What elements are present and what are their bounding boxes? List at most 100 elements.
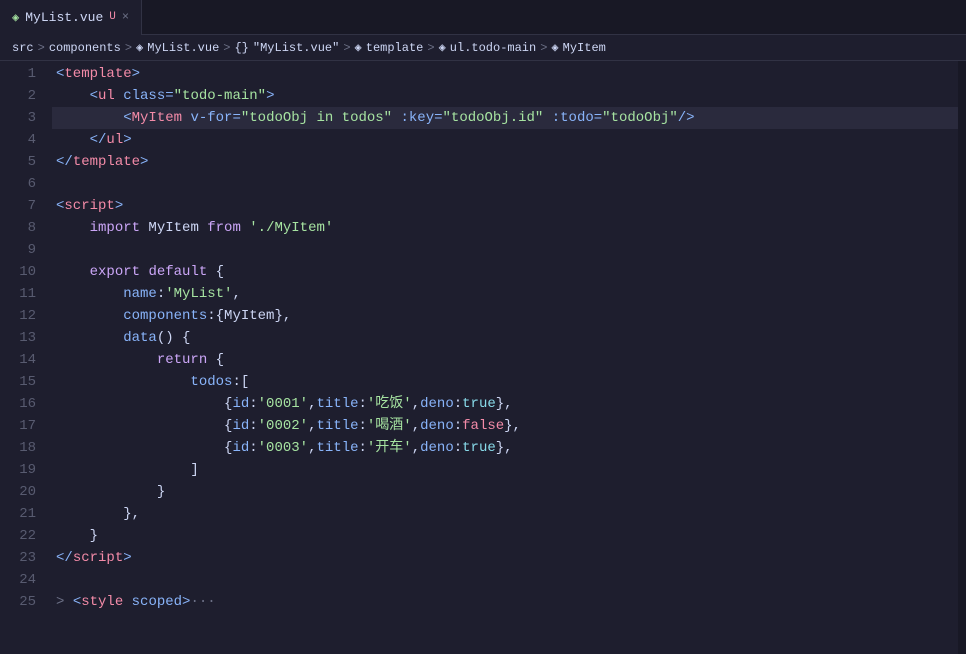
code-line-21: }, (52, 503, 958, 525)
line-num-20: 20 (8, 481, 36, 503)
colon-deno-18: : (454, 437, 462, 459)
key-todos: todos (190, 371, 232, 393)
ellipsis-25: ··· (190, 591, 215, 613)
tag-close-1: > (132, 63, 140, 85)
brace-close-20: } (157, 481, 165, 503)
bc-template-icon: ◈ (355, 40, 362, 55)
indent-13 (56, 327, 123, 349)
attr-class: class= (115, 85, 174, 107)
key-data: data (123, 327, 157, 349)
bc-components: components (49, 41, 121, 55)
kw-from: from (207, 217, 241, 239)
line-num-25: 25 (8, 591, 36, 613)
colon-title-17: : (359, 415, 367, 437)
code-line-1: <template> (52, 63, 958, 85)
bc-sep-6: > (540, 41, 547, 55)
import-name: MyItem (140, 217, 207, 239)
val-title-18: '开车' (367, 437, 412, 459)
code-line-7: <script> (52, 195, 958, 217)
code-line-25: > <style scoped>··· (52, 591, 958, 613)
code-line-16: {id:'0001',title:'吃饭',deno:true}, (52, 393, 958, 415)
code-line-17: {id:'0002',title:'喝酒',deno:false}, (52, 415, 958, 437)
val-name: 'MyList' (165, 283, 232, 305)
val-components: MyItem (224, 305, 274, 327)
colon-12: :{ (207, 305, 224, 327)
indent-19 (56, 459, 190, 481)
obj-close-16: }, (496, 393, 513, 415)
line-num-21: 21 (8, 503, 36, 525)
tag-close-2: > (266, 85, 274, 107)
chevron-25: > (56, 591, 73, 613)
indent-12 (56, 305, 123, 327)
tag-open-4: </ (90, 129, 107, 151)
tag-close-25: > (182, 591, 190, 613)
tag-style: style (81, 591, 123, 613)
code-line-8: import MyItem from './MyItem' (52, 217, 958, 239)
line-num-14: 14 (8, 349, 36, 371)
key-id-18: id (232, 437, 249, 459)
editor-tab[interactable]: ◈ MyList.vue U × (0, 0, 142, 35)
line-num-1: 1 (8, 63, 36, 85)
attr-key: :key= (392, 107, 442, 129)
attr-vfor-val: "todoObj in todos" (241, 107, 392, 129)
indent-21 (56, 503, 123, 525)
line-num-24: 24 (8, 569, 36, 591)
tag-template-close: template (73, 151, 140, 173)
obj-close-17: }, (504, 415, 521, 437)
code-content[interactable]: <template> <ul class="todo-main"> <MyIte… (52, 61, 958, 654)
val-title-16: '吃饭' (367, 393, 412, 415)
val-deno-17: false (462, 415, 504, 437)
colon-id-18: : (249, 437, 257, 459)
line-num-11: 11 (8, 283, 36, 305)
indent-14 (56, 349, 157, 371)
code-line-2: <ul class="todo-main"> (52, 85, 958, 107)
kw-export: export (90, 261, 140, 283)
indent-22 (56, 525, 90, 547)
tag-ul: ul (98, 85, 115, 107)
code-editor: 1 2 3 4 5 6 7 8 9 10 11 12 13 14 15 16 1… (0, 61, 966, 654)
line-num-17: 17 (8, 415, 36, 437)
key-deno-16: deno (420, 393, 454, 415)
code-line-4: </ul> (52, 129, 958, 151)
tag-selfclose-3: /> (678, 107, 695, 129)
bc-sep-5: > (427, 41, 434, 55)
key-title-16: title (316, 393, 358, 415)
val-deno-16: true (462, 393, 496, 415)
indent-11 (56, 283, 123, 305)
bc-comp: MyItem (563, 41, 606, 55)
tab-modified-badge: U (109, 11, 116, 23)
tab-filename: MyList.vue (25, 10, 103, 25)
obj-close-18: }, (496, 437, 513, 459)
tag-close-23: > (123, 547, 131, 569)
brace-open-10: { (207, 261, 224, 283)
colon-title-16: : (359, 393, 367, 415)
tab-bar: ◈ MyList.vue U × (0, 0, 966, 35)
indent-8 (56, 217, 90, 239)
tag-script-close: script (73, 547, 123, 569)
scrollbar[interactable] (958, 61, 966, 654)
kw-default: default (148, 261, 207, 283)
code-line-6 (52, 173, 958, 195)
kw-default-space (140, 261, 148, 283)
code-line-13: data() { (52, 327, 958, 349)
bc-template: template (366, 41, 424, 55)
bc-braces: {} (234, 41, 248, 55)
tag-template-1: template (64, 63, 131, 85)
comma-id-17: , (308, 415, 316, 437)
line-num-15: 15 (8, 371, 36, 393)
code-line-19: ] (52, 459, 958, 481)
tag-close-5: > (140, 151, 148, 173)
kw-import: import (90, 217, 140, 239)
colon-deno-16: : (454, 393, 462, 415)
indent-3 (56, 107, 123, 129)
key-title-17: title (316, 415, 358, 437)
key-deno-17: deno (420, 415, 454, 437)
attr-key-val: "todoObj.id" (443, 107, 544, 129)
code-line-23: </script> (52, 547, 958, 569)
bc-mylist-quoted: "MyList.vue" (253, 41, 339, 55)
line-num-2: 2 (8, 85, 36, 107)
tab-close-button[interactable]: × (122, 10, 129, 24)
return-brace: { (207, 349, 224, 371)
import-path: './MyItem' (241, 217, 333, 239)
comma-title-18: , (412, 437, 420, 459)
